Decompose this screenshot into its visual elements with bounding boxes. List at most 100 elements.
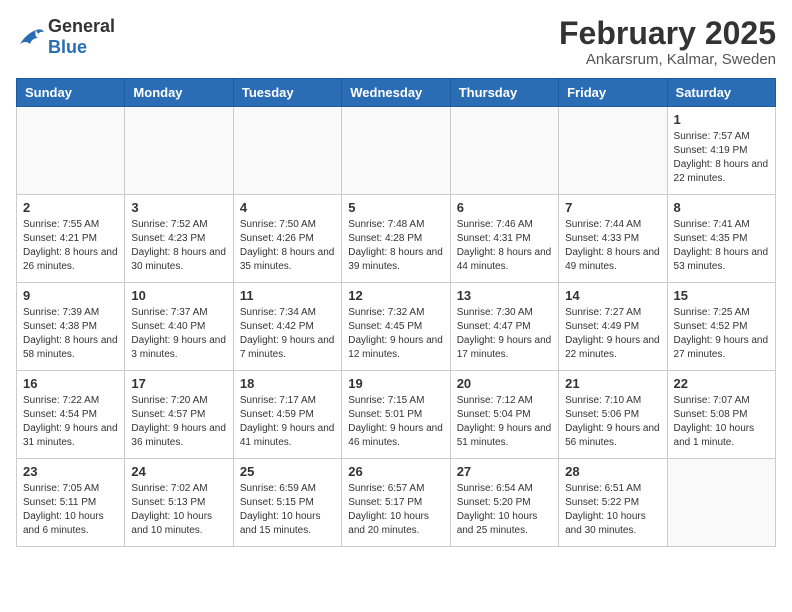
day-detail: Sunrise: 7:22 AMSunset: 4:54 PMDaylight:… bbox=[23, 394, 118, 450]
day-number: 12 bbox=[348, 288, 443, 303]
day-number: 28 bbox=[565, 464, 660, 479]
day-of-week-header: Friday bbox=[559, 79, 667, 107]
day-detail: Sunrise: 7:41 AMSunset: 4:35 PMDaylight:… bbox=[674, 218, 769, 274]
day-number: 8 bbox=[674, 200, 769, 215]
day-detail: Sunrise: 7:32 AMSunset: 4:45 PMDaylight:… bbox=[348, 306, 443, 362]
calendar-day-cell: 8 Sunrise: 7:41 AMSunset: 4:35 PMDaylight… bbox=[667, 195, 775, 283]
calendar-day-cell: 27 Sunrise: 6:54 AMSunset: 5:20 PMDayligh… bbox=[450, 459, 558, 547]
calendar-day-cell bbox=[342, 107, 450, 195]
calendar-day-cell: 21Sunrise: 7:10 AMSunset: 5:06 PMDayligh… bbox=[559, 371, 667, 459]
logo-text: General Blue bbox=[48, 16, 115, 58]
day-of-week-header: Thursday bbox=[450, 79, 558, 107]
calendar-day-cell: 20 Sunrise: 7:12 AMSunset: 5:04 PMDayligh… bbox=[450, 371, 558, 459]
day-number: 1 bbox=[674, 112, 769, 127]
day-number: 15 bbox=[674, 288, 769, 303]
day-detail: Sunrise: 7:57 AMSunset: 4:19 PMDaylight:… bbox=[674, 130, 769, 186]
title-block: February 2025 Ankarsrum, Kalmar, Sweden bbox=[559, 16, 776, 68]
day-detail: Sunrise: 7:02 AMSunset: 5:13 PMDaylight:… bbox=[131, 482, 226, 538]
day-number: 22 bbox=[674, 376, 769, 391]
day-detail: Sunrise: 7:50 AMSunset: 4:26 PMDaylight:… bbox=[240, 218, 335, 274]
logo: General Blue bbox=[16, 16, 115, 58]
day-detail: Sunrise: 7:20 AMSunset: 4:57 PMDaylight:… bbox=[131, 394, 226, 450]
calendar-day-cell: 18Sunrise: 7:17 AMSunset: 4:59 PMDayligh… bbox=[233, 371, 341, 459]
day-detail: Sunrise: 7:07 AMSunset: 5:08 PMDaylight:… bbox=[674, 394, 769, 450]
day-number: 9 bbox=[23, 288, 118, 303]
day-detail: Sunrise: 7:10 AMSunset: 5:06 PMDaylight:… bbox=[565, 394, 660, 450]
calendar-day-cell bbox=[17, 107, 125, 195]
day-of-week-header: Sunday bbox=[17, 79, 125, 107]
page-header: General Blue February 2025 Ankarsrum, Ka… bbox=[16, 16, 776, 68]
day-number: 19 bbox=[348, 376, 443, 391]
day-detail: Sunrise: 7:44 AMSunset: 4:33 PMDaylight:… bbox=[565, 218, 660, 274]
calendar-day-cell bbox=[667, 459, 775, 547]
calendar-day-cell: 13Sunrise: 7:30 AMSunset: 4:47 PMDayligh… bbox=[450, 283, 558, 371]
day-detail: Sunrise: 6:57 AMSunset: 5:17 PMDaylight:… bbox=[348, 482, 443, 538]
day-of-week-header: Wednesday bbox=[342, 79, 450, 107]
day-detail: Sunrise: 7:34 AMSunset: 4:42 PMDaylight:… bbox=[240, 306, 335, 362]
calendar-day-cell bbox=[125, 107, 233, 195]
day-number: 26 bbox=[348, 464, 443, 479]
day-number: 16 bbox=[23, 376, 118, 391]
day-detail: Sunrise: 6:54 AMSunset: 5:20 PMDaylight:… bbox=[457, 482, 552, 538]
calendar-day-cell: 1 Sunrise: 7:57 AMSunset: 4:19 PMDaylight… bbox=[667, 107, 775, 195]
page-title: February 2025 bbox=[559, 16, 776, 51]
day-detail: Sunrise: 7:37 AMSunset: 4:40 PMDaylight:… bbox=[131, 306, 226, 362]
day-detail: Sunrise: 6:51 AMSunset: 5:22 PMDaylight:… bbox=[565, 482, 660, 538]
day-number: 13 bbox=[457, 288, 552, 303]
page-subtitle: Ankarsrum, Kalmar, Sweden bbox=[559, 51, 776, 68]
calendar-day-cell: 26 Sunrise: 6:57 AMSunset: 5:17 PMDayligh… bbox=[342, 459, 450, 547]
calendar-body: 1 Sunrise: 7:57 AMSunset: 4:19 PMDaylight… bbox=[17, 107, 776, 547]
calendar-day-cell: 23 Sunrise: 7:05 AMSunset: 5:11 PMDayligh… bbox=[17, 459, 125, 547]
calendar-week-row: 2 Sunrise: 7:55 AMSunset: 4:21 PMDaylight… bbox=[17, 195, 776, 283]
day-number: 11 bbox=[240, 288, 335, 303]
calendar-day-cell bbox=[559, 107, 667, 195]
calendar-week-row: 16 Sunrise: 7:22 AMSunset: 4:54 PMDayligh… bbox=[17, 371, 776, 459]
day-of-week-header: Saturday bbox=[667, 79, 775, 107]
day-detail: Sunrise: 7:17 AMSunset: 4:59 PMDaylight:… bbox=[240, 394, 335, 450]
day-detail: Sunrise: 7:05 AMSunset: 5:11 PMDaylight:… bbox=[23, 482, 118, 538]
day-number: 7 bbox=[565, 200, 660, 215]
calendar-day-cell: 17Sunrise: 7:20 AMSunset: 4:57 PMDayligh… bbox=[125, 371, 233, 459]
calendar-day-cell: 7 Sunrise: 7:44 AMSunset: 4:33 PMDaylight… bbox=[559, 195, 667, 283]
day-number: 23 bbox=[23, 464, 118, 479]
calendar-day-cell: 14 Sunrise: 7:27 AMSunset: 4:49 PMDayligh… bbox=[559, 283, 667, 371]
calendar-day-cell: 16 Sunrise: 7:22 AMSunset: 4:54 PMDayligh… bbox=[17, 371, 125, 459]
day-detail: Sunrise: 7:12 AMSunset: 5:04 PMDaylight:… bbox=[457, 394, 552, 450]
day-detail: Sunrise: 7:39 AMSunset: 4:38 PMDaylight:… bbox=[23, 306, 118, 362]
day-number: 10 bbox=[131, 288, 226, 303]
day-number: 27 bbox=[457, 464, 552, 479]
day-number: 14 bbox=[565, 288, 660, 303]
day-detail: Sunrise: 7:27 AMSunset: 4:49 PMDaylight:… bbox=[565, 306, 660, 362]
day-number: 2 bbox=[23, 200, 118, 215]
calendar-day-cell: 24 Sunrise: 7:02 AMSunset: 5:13 PMDayligh… bbox=[125, 459, 233, 547]
calendar-day-cell: 22 Sunrise: 7:07 AMSunset: 5:08 PMDayligh… bbox=[667, 371, 775, 459]
day-detail: Sunrise: 7:46 AMSunset: 4:31 PMDaylight:… bbox=[457, 218, 552, 274]
calendar-table: SundayMondayTuesdayWednesdayThursdayFrid… bbox=[16, 78, 776, 547]
calendar-week-row: 9 Sunrise: 7:39 AMSunset: 4:38 PMDaylight… bbox=[17, 283, 776, 371]
logo-icon bbox=[16, 26, 44, 48]
calendar-day-cell bbox=[233, 107, 341, 195]
calendar-header: SundayMondayTuesdayWednesdayThursdayFrid… bbox=[17, 79, 776, 107]
day-detail: Sunrise: 7:55 AMSunset: 4:21 PMDaylight:… bbox=[23, 218, 118, 274]
day-detail: Sunrise: 7:52 AMSunset: 4:23 PMDaylight:… bbox=[131, 218, 226, 274]
calendar-week-row: 1 Sunrise: 7:57 AMSunset: 4:19 PMDaylight… bbox=[17, 107, 776, 195]
day-detail: Sunrise: 7:48 AMSunset: 4:28 PMDaylight:… bbox=[348, 218, 443, 274]
day-number: 25 bbox=[240, 464, 335, 479]
calendar-day-cell: 25 Sunrise: 6:59 AMSunset: 5:15 PMDayligh… bbox=[233, 459, 341, 547]
logo-blue: Blue bbox=[48, 37, 87, 57]
calendar-day-cell: 5 Sunrise: 7:48 AMSunset: 4:28 PMDaylight… bbox=[342, 195, 450, 283]
days-of-week-row: SundayMondayTuesdayWednesdayThursdayFrid… bbox=[17, 79, 776, 107]
day-detail: Sunrise: 6:59 AMSunset: 5:15 PMDaylight:… bbox=[240, 482, 335, 538]
calendar-day-cell: 3Sunrise: 7:52 AMSunset: 4:23 PMDaylight… bbox=[125, 195, 233, 283]
day-number: 24 bbox=[131, 464, 226, 479]
calendar-week-row: 23 Sunrise: 7:05 AMSunset: 5:11 PMDayligh… bbox=[17, 459, 776, 547]
day-of-week-header: Monday bbox=[125, 79, 233, 107]
day-number: 5 bbox=[348, 200, 443, 215]
calendar-day-cell: 9 Sunrise: 7:39 AMSunset: 4:38 PMDaylight… bbox=[17, 283, 125, 371]
day-number: 4 bbox=[240, 200, 335, 215]
calendar-day-cell: 15Sunrise: 7:25 AMSunset: 4:52 PMDayligh… bbox=[667, 283, 775, 371]
calendar-day-cell: 12 Sunrise: 7:32 AMSunset: 4:45 PMDayligh… bbox=[342, 283, 450, 371]
day-number: 20 bbox=[457, 376, 552, 391]
calendar-day-cell: 19Sunrise: 7:15 AMSunset: 5:01 PMDayligh… bbox=[342, 371, 450, 459]
logo-general: General bbox=[48, 16, 115, 36]
